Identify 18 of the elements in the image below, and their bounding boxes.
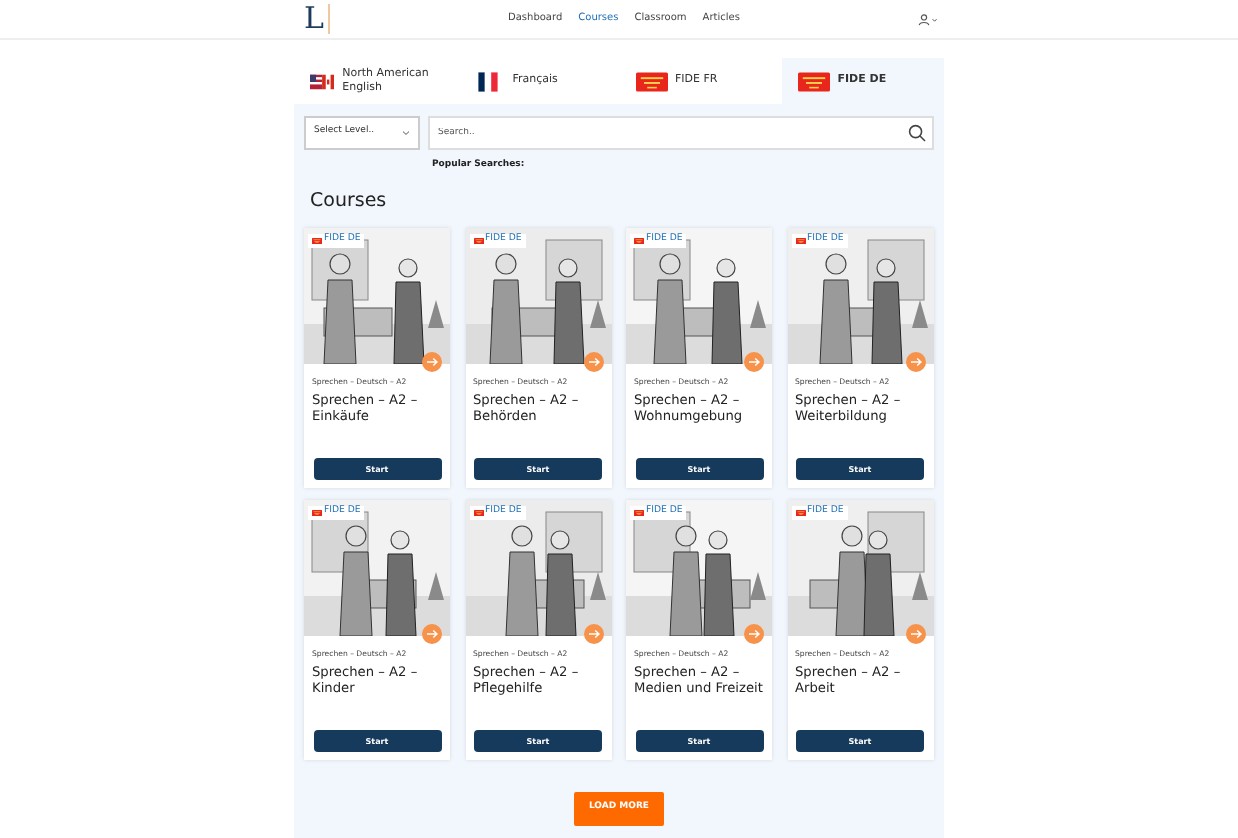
fide-logo-icon	[473, 509, 483, 516]
fide-logo-icon	[312, 509, 322, 516]
arrow-icon[interactable]	[422, 352, 442, 372]
logo[interactable]: L	[300, 4, 330, 34]
caret-icon	[402, 130, 410, 136]
fide-logo-icon	[312, 237, 322, 244]
search-icon[interactable]	[908, 124, 926, 142]
section-title: Courses	[310, 187, 389, 216]
fide-logo-icon	[473, 237, 483, 244]
fide-logo-icon	[795, 237, 805, 244]
flag-icon	[310, 71, 335, 91]
flag-icon	[797, 71, 830, 91]
flag-icon	[635, 71, 667, 91]
fide-logo-icon	[795, 509, 805, 516]
user-icon[interactable]	[917, 13, 938, 25]
arrow-icon[interactable]	[583, 352, 603, 372]
fide-logo-icon	[634, 509, 644, 516]
fide-logo-icon	[634, 237, 644, 244]
